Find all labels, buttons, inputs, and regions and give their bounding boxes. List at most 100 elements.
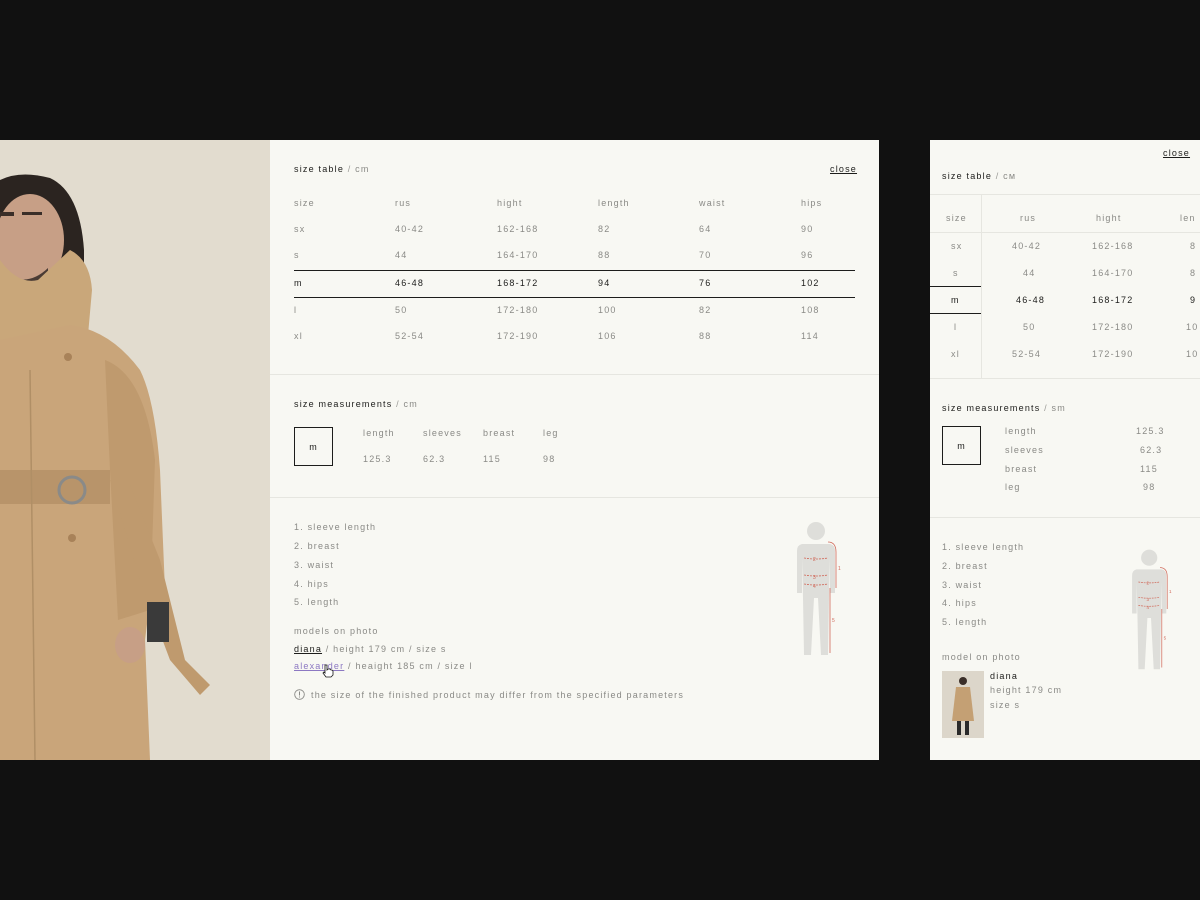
table-row-sx[interactable]: sx 40-42 162-168 82 64 90: [294, 224, 855, 250]
mobile-legend-item-4: 4. hips: [942, 598, 977, 608]
table-cell: 40-42: [395, 224, 425, 234]
table-cell: 64: [699, 224, 712, 234]
table-cell: 172-180: [1092, 322, 1134, 332]
model-in-trench-coat-image: [0, 140, 270, 760]
model-row-diana: diana / height 179 cm / size s: [294, 644, 447, 654]
size-table-header: size table / cm: [294, 164, 370, 174]
table-cell: 88: [699, 331, 712, 341]
measurement-label-sleeves: sleeves: [423, 428, 462, 438]
table-cell: sx: [951, 241, 963, 251]
table-cell: 108: [801, 305, 820, 315]
table-cell: s: [294, 250, 300, 260]
figure-label-5: 5: [832, 618, 835, 624]
measurement-value-sleeves: 62.3: [423, 454, 446, 464]
models-title: models on photo: [294, 626, 379, 636]
figure-label-1: 1: [838, 566, 841, 572]
figure-label-5: 5: [1164, 636, 1167, 641]
section-divider: [270, 374, 879, 375]
mobile-legend-item-3: 3. waist: [942, 580, 983, 590]
mobile-measurement-label-leg: leg: [1005, 482, 1021, 492]
mobile-legend-item-5: 5. length: [942, 617, 988, 627]
model-thumbnail-image: [942, 671, 984, 738]
mobile-measurement-label-sleeves: sleeves: [1005, 445, 1044, 455]
table-cell: 172-180: [497, 305, 539, 315]
mobile-table-top-border: [930, 194, 1200, 195]
selected-row-bottom-border: [294, 297, 855, 298]
table-cell: sx: [294, 224, 306, 234]
mobile-model-height: height 179 cm: [990, 685, 1063, 695]
mobile-size-table-title: size table: [942, 171, 993, 181]
table-cell: 82: [699, 305, 712, 315]
mobile-size-measurements-title: size measurements: [942, 403, 1041, 413]
mobile-close-button[interactable]: close: [1163, 148, 1190, 158]
section-divider: [270, 497, 879, 498]
size-measurements-unit: cm: [403, 399, 418, 409]
mobile-model-name[interactable]: diana: [990, 671, 1018, 681]
table-row-s[interactable]: s 44 164-170 88 70 96: [294, 250, 855, 276]
size-measurements-header: size measurements / cm: [294, 399, 418, 409]
model-link-diana[interactable]: diana: [294, 644, 322, 654]
table-cell: xl: [294, 331, 303, 341]
table-cell: 164-170: [1092, 268, 1134, 278]
table-cell: 40-42: [1012, 241, 1042, 251]
table-row-xl[interactable]: xl 52-54 172-190 106 88 114: [294, 331, 855, 357]
mobile-measurement-label-breast: breast: [1005, 464, 1038, 474]
table-cell: s: [953, 268, 959, 278]
mobile-legend-item-1: 1. sleeve length: [942, 542, 1025, 552]
table-cell: 168-172: [497, 278, 539, 288]
size-table-header-row: size rus hight length waist hips: [294, 198, 855, 224]
table-cell: 70: [699, 250, 712, 260]
measurement-label-breast: breast: [483, 428, 516, 438]
table-cell: l: [954, 322, 958, 332]
table-row-l[interactable]: l 50 172-180 100 82 108: [294, 305, 855, 331]
product-photo: [0, 140, 270, 760]
measurement-value-length: 125.3: [363, 454, 392, 464]
measurement-label-leg: leg: [543, 428, 559, 438]
model-details: / heaight 185 cm / size l: [348, 661, 473, 671]
measurement-value-leg: 98: [543, 454, 556, 464]
table-cell: 46-48: [395, 278, 425, 288]
model-details: / height 179 cm / size s: [325, 644, 447, 654]
mobile-column-header-hight: hight: [1096, 213, 1122, 223]
close-button[interactable]: close: [830, 164, 857, 174]
model-thumbnail[interactable]: [942, 671, 984, 738]
mobile-selected-marker-top: [930, 286, 981, 287]
table-cell: 82: [598, 224, 611, 234]
size-table-unit: cm: [355, 164, 370, 174]
column-header-waist: waist: [699, 198, 726, 208]
mobile-selected-size-box[interactable]: m: [942, 426, 981, 465]
table-cell: 172-190: [497, 331, 539, 341]
mobile-measurement-value-length: 125.3: [1136, 426, 1165, 436]
legend-item-4: 4. hips: [294, 579, 329, 589]
table-cell: 10: [1186, 349, 1199, 359]
selected-row-top-border: [294, 270, 855, 271]
table-cell: 10: [1186, 322, 1199, 332]
table-cell: 88: [598, 250, 611, 260]
table-cell: 44: [1023, 268, 1036, 278]
mobile-model-title: model on photo: [942, 652, 1021, 662]
disclaimer-note: the size of the finished product may dif…: [311, 690, 685, 700]
table-cell: 96: [801, 250, 814, 260]
table-cell: 168-172: [1092, 295, 1134, 305]
table-cell: 164-170: [497, 250, 539, 260]
info-icon: [294, 689, 305, 700]
mobile-column-header-rus: rus: [1020, 213, 1037, 223]
model-link-alexander[interactable]: alexander: [294, 661, 344, 671]
mobile-size-panel: close size table / см size rus hight len…: [930, 140, 1200, 760]
legend-item-5: 5. length: [294, 597, 340, 607]
size-measurements-title: size measurements: [294, 399, 393, 409]
column-header-hight: hight: [497, 198, 523, 208]
selected-size-box[interactable]: m: [294, 427, 333, 466]
size-table-panel: size table / cm close size rus hight len…: [270, 140, 879, 760]
mobile-size-table-unit: см: [1003, 171, 1017, 181]
table-cell: 102: [801, 278, 820, 288]
table-cell: m: [951, 295, 960, 305]
table-cell: m: [294, 278, 303, 288]
measurement-label-length: length: [363, 428, 395, 438]
table-cell: 8: [1190, 241, 1197, 251]
table-cell: 106: [598, 331, 617, 341]
figure-label-2: 2: [813, 557, 816, 563]
table-row-m-selected[interactable]: m 46-48 168-172 94 76 102: [294, 278, 855, 304]
mobile-body-measurement-figure: 1 2 3 4 5: [1124, 540, 1178, 678]
model-row-alexander: alexander / heaight 185 cm / size l: [294, 661, 473, 671]
